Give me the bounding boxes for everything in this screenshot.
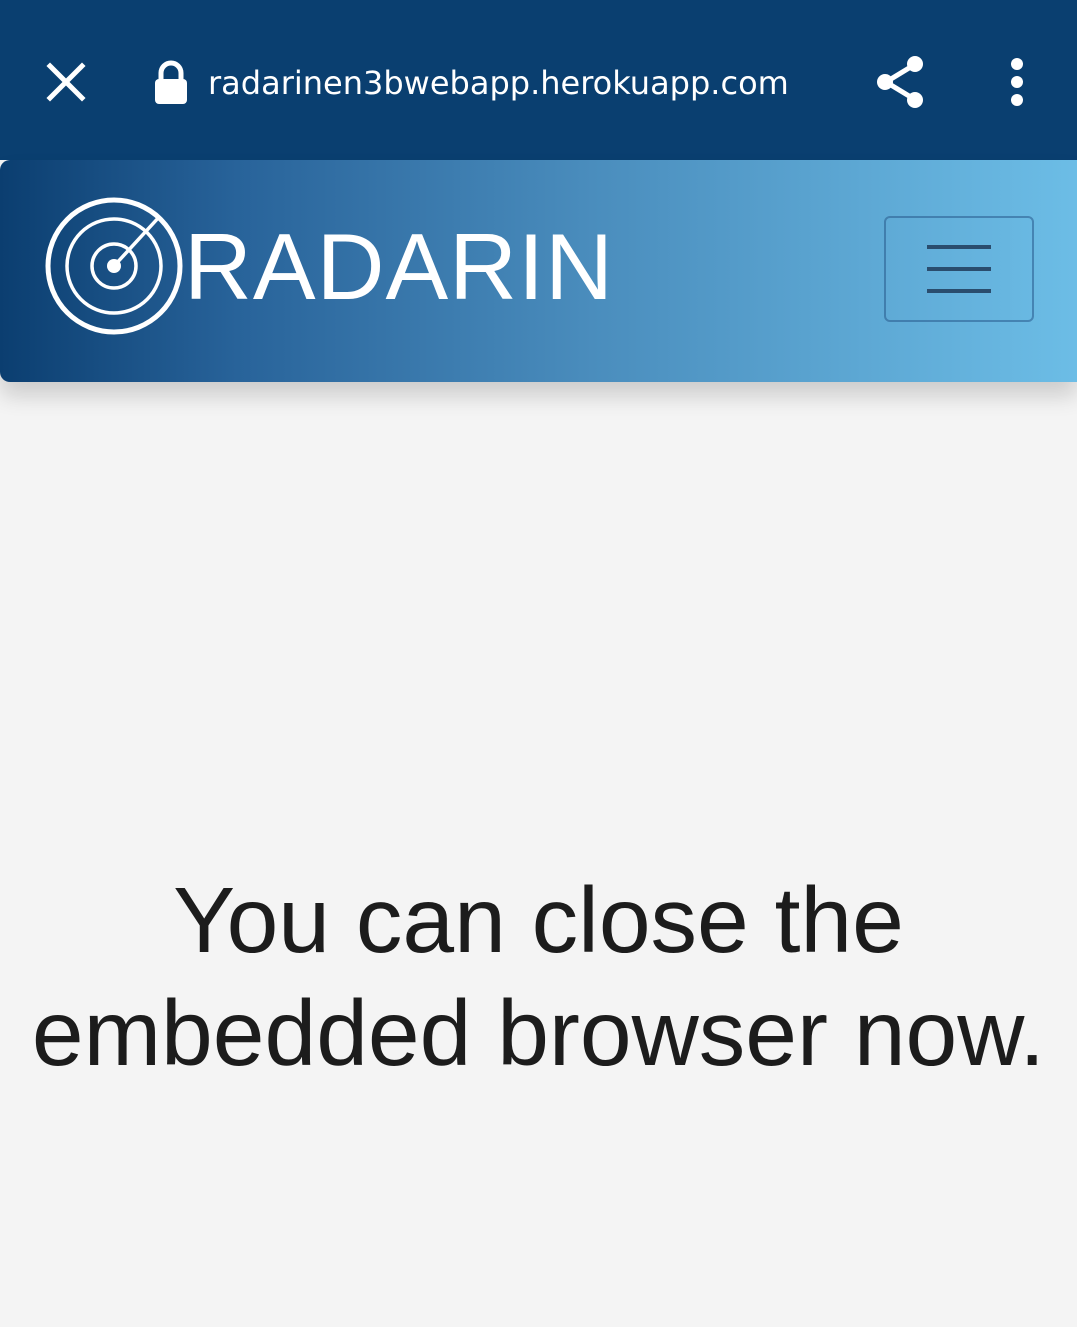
browser-toolbar: radarinen3bwebapp.herokuapp.com [0,0,1077,160]
brand-name: RADARIN [184,214,615,319]
menu-toggle-button[interactable] [884,216,1034,322]
brand-logo[interactable]: RADARIN [42,194,614,338]
url-bar[interactable]: radarinen3bwebapp.herokuapp.com [208,60,789,106]
hamburger-menu-icon [927,245,991,293]
close-browser-message: You can close the embedded browser now. [0,864,1077,1090]
site-header: RADARIN [0,160,1077,382]
share-icon [877,56,923,108]
close-button[interactable] [36,52,96,112]
close-icon [46,62,86,102]
message-line-1: You can close the [173,868,904,972]
radar-icon [45,197,183,335]
message-line-2: embedded browser now. [31,981,1046,1085]
more-options-button[interactable] [990,50,1044,114]
share-button[interactable] [868,50,932,114]
lock-icon [155,60,187,104]
more-vertical-icon [1011,58,1023,106]
